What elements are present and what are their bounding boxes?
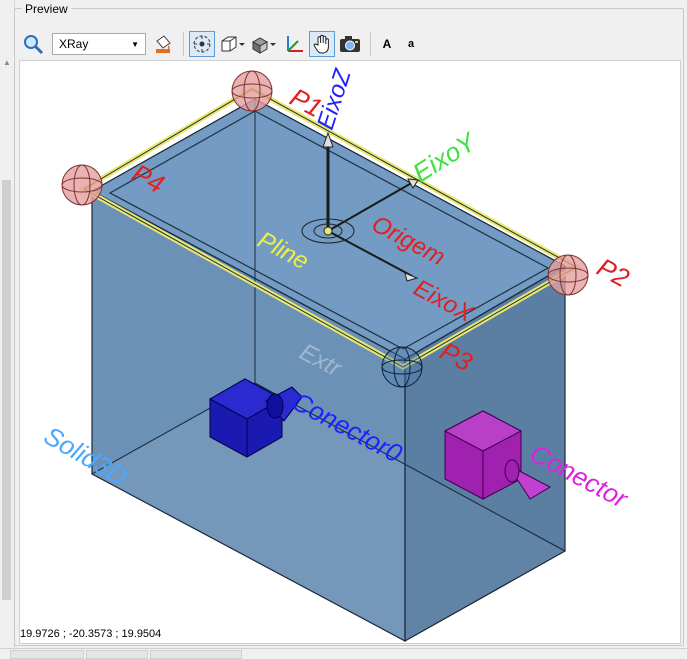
toolbar-separator: [183, 32, 184, 56]
axes-icon[interactable]: [281, 31, 307, 57]
font-larger-button[interactable]: A: [376, 31, 398, 57]
point-marker-p1: [231, 70, 273, 112]
label-p2: P2: [592, 252, 635, 294]
orbit-rotate-icon[interactable]: [189, 31, 215, 57]
bottom-tab[interactable]: [86, 650, 148, 659]
font-smaller-button[interactable]: a: [400, 31, 422, 57]
3d-preview-viewport[interactable]: P1 P2 P3 P4 EixoZ EixoY Origem EixoX Pli…: [19, 60, 681, 644]
render-mode-value: XRay: [59, 37, 89, 51]
point-marker-p4: [61, 164, 103, 206]
scroll-up-icon[interactable]: ▲: [3, 58, 11, 67]
toolbar-separator: [370, 32, 371, 56]
3d-scene[interactable]: P1 P2 P3 P4 EixoZ EixoY Origem EixoX Pli…: [20, 61, 680, 643]
cursor-coordinates: 19.9726 ; -20.3573 ; 19.9504: [20, 628, 162, 640]
render-mode-select[interactable]: XRay ▼: [52, 33, 146, 55]
camera-icon[interactable]: [337, 31, 363, 57]
point-marker-p3: [381, 346, 423, 388]
preview-toolbar: XRay ▼ A a: [20, 28, 680, 60]
bottom-tab[interactable]: [10, 650, 84, 659]
shading-mode-icon[interactable]: [249, 31, 279, 57]
point-marker-p2: [547, 254, 589, 296]
pan-hand-icon[interactable]: [309, 31, 335, 57]
view-cube-icon[interactable]: [217, 31, 247, 57]
label-eixo-y: EixoY: [407, 126, 482, 188]
left-panel-scrollbar[interactable]: ▲: [0, 0, 15, 657]
preview-title: Preview: [22, 2, 71, 16]
zoom-icon[interactable]: [20, 31, 46, 57]
bottom-tab[interactable]: [150, 650, 242, 659]
paint-bucket-icon[interactable]: [150, 31, 176, 57]
chevron-down-icon: ▼: [131, 39, 139, 49]
scrollbar-thumb[interactable]: [2, 180, 11, 600]
